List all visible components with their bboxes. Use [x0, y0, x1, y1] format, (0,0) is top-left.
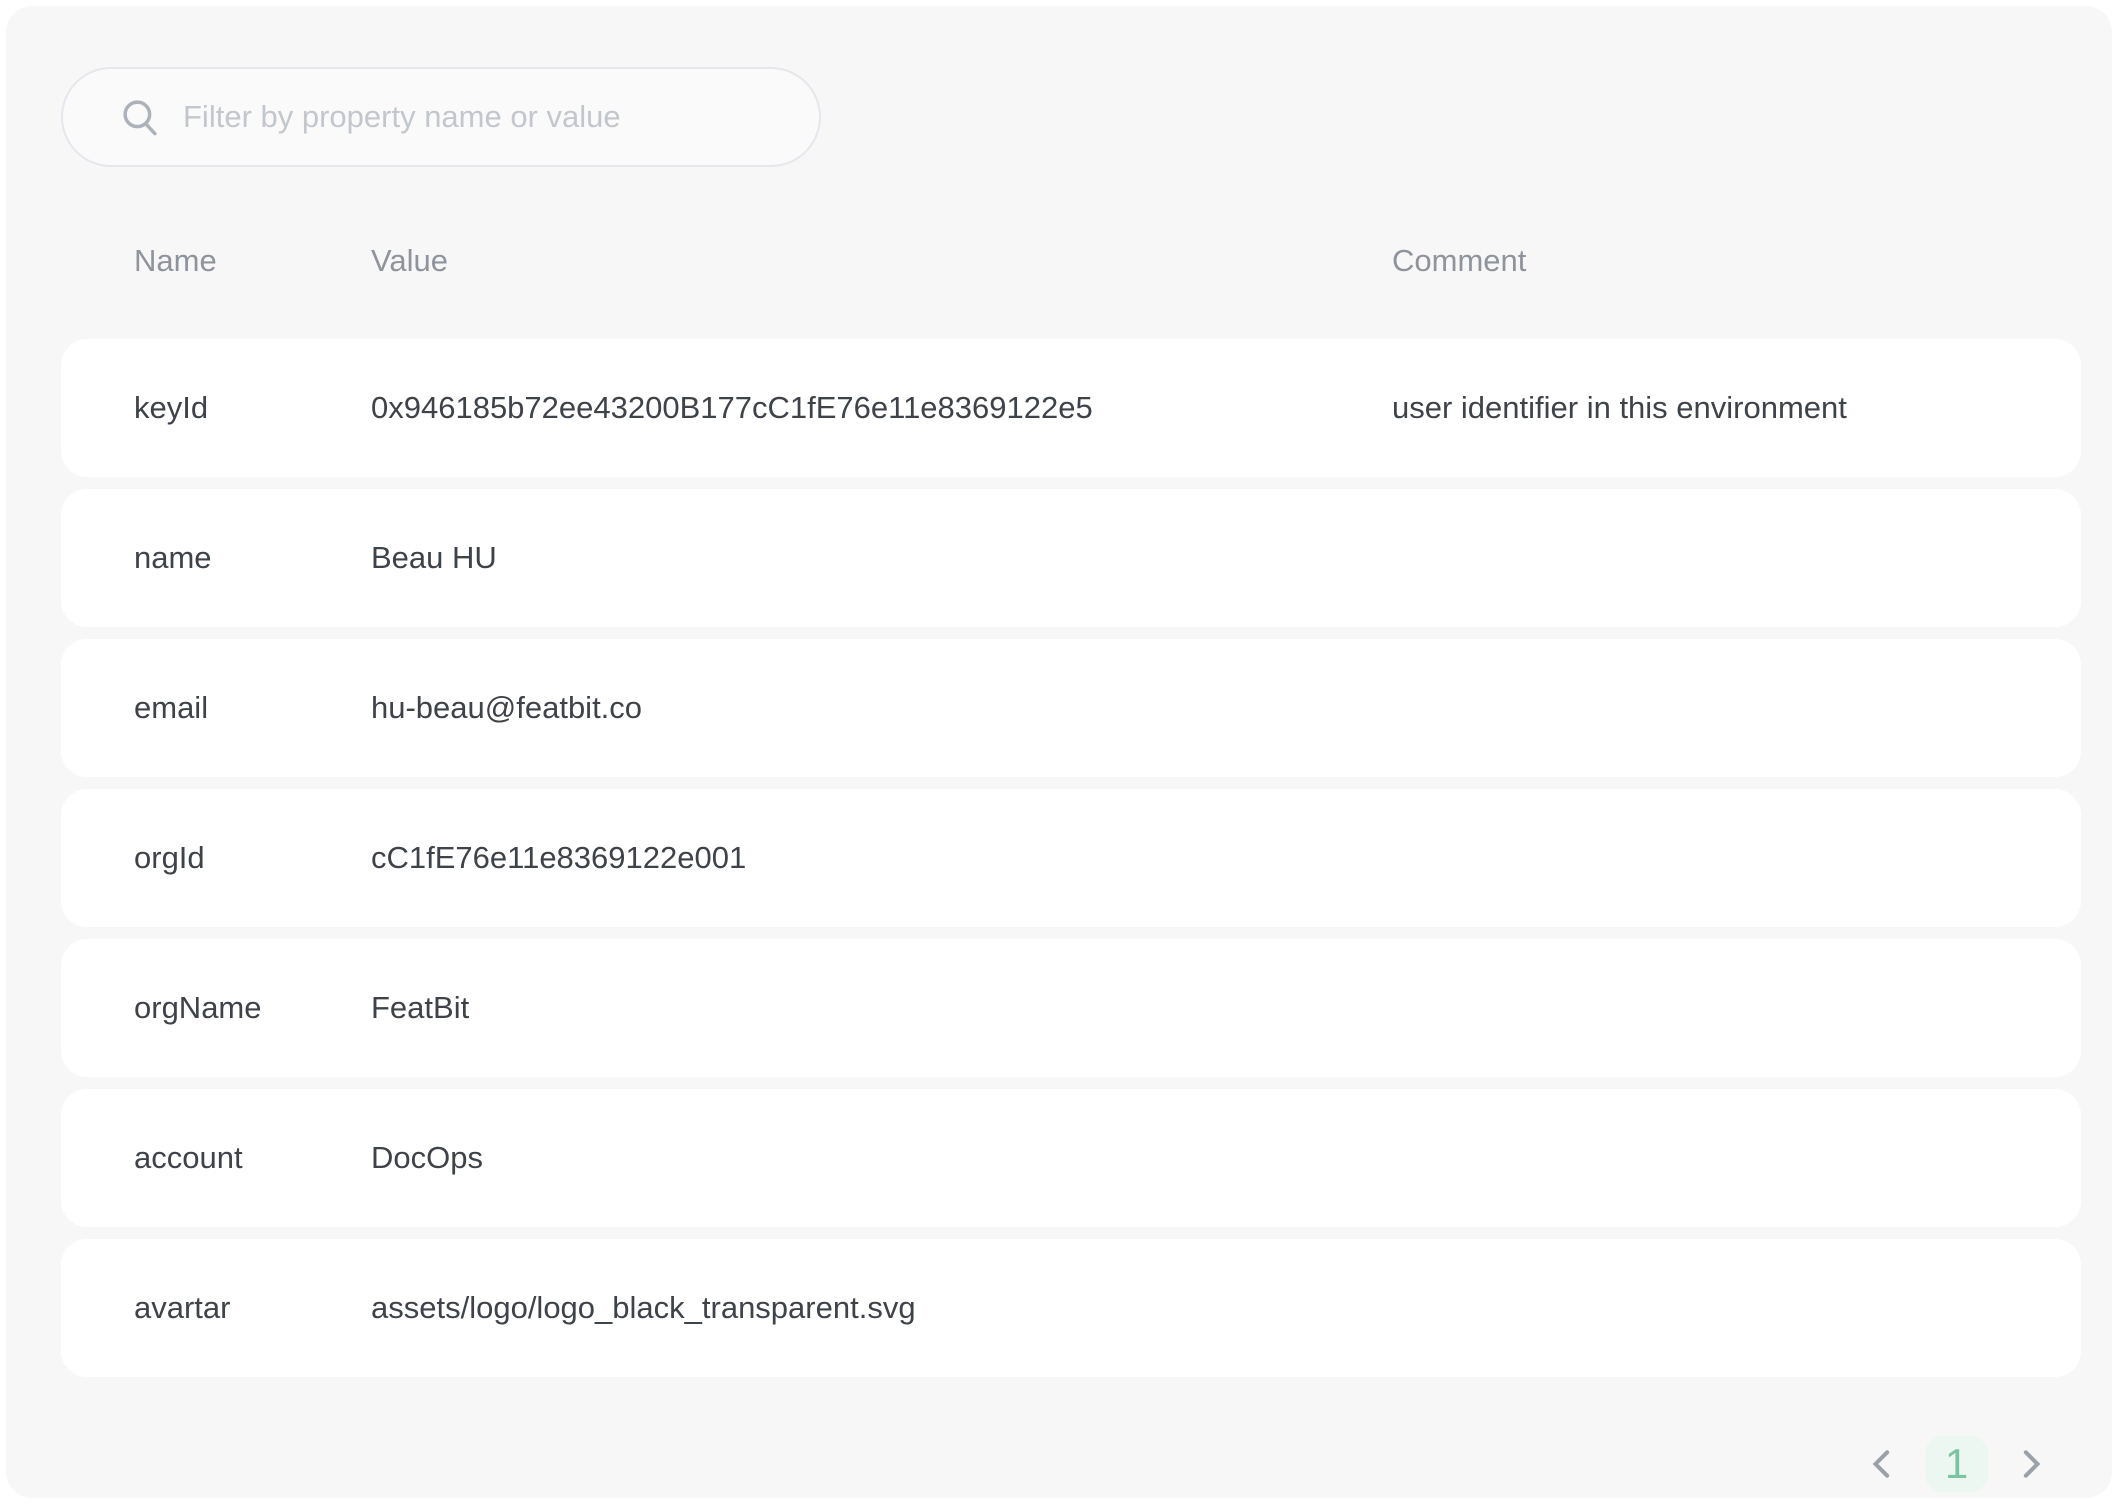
table-row: keyId 0x946185b72ee43200B177cC1fE76e11e8… — [61, 339, 2081, 477]
search-input[interactable] — [183, 99, 791, 135]
table-row: email hu-beau@featbit.co — [61, 639, 2081, 777]
table-row: orgId cC1fE76e11e8369122e001 — [61, 789, 2081, 927]
table-row: orgName FeatBit — [61, 939, 2081, 1077]
user-properties-panel: Name Value Comment keyId 0x946185b72ee43… — [6, 6, 2112, 1498]
property-name-cell: keyId — [134, 390, 371, 426]
search-icon — [119, 96, 161, 138]
property-name-cell: account — [134, 1140, 371, 1176]
property-name-cell: name — [134, 540, 371, 576]
chevron-right-icon — [2010, 1444, 2050, 1484]
table-row: avartar assets/logo/logo_black_transpare… — [61, 1239, 2081, 1377]
property-value-cell: hu-beau@featbit.co — [371, 690, 1392, 726]
property-comment-cell: user identifier in this environment — [1392, 390, 2081, 426]
pagination-page-1[interactable]: 1 — [1925, 1436, 1988, 1492]
table-header: Name Value Comment — [61, 234, 2081, 288]
pagination-prev-button[interactable] — [1861, 1442, 1905, 1486]
table-row: name Beau HU — [61, 489, 2081, 627]
chevron-left-icon — [1863, 1444, 1903, 1484]
table-row: account DocOps — [61, 1089, 2081, 1227]
property-value-cell: DocOps — [371, 1140, 1392, 1176]
property-name-cell: orgName — [134, 990, 371, 1026]
property-value-cell: assets/logo/logo_black_transparent.svg — [371, 1290, 1392, 1326]
column-header-comment: Comment — [1392, 243, 2081, 279]
pagination-next-button[interactable] — [2008, 1442, 2052, 1486]
property-value-cell: FeatBit — [371, 990, 1392, 1026]
property-value-cell: cC1fE76e11e8369122e001 — [371, 840, 1392, 876]
pagination: 1 — [1861, 1435, 2052, 1493]
search-input-wrapper — [61, 67, 821, 167]
table-body: keyId 0x946185b72ee43200B177cC1fE76e11e8… — [61, 339, 2081, 1389]
property-name-cell: avartar — [134, 1290, 371, 1326]
property-value-cell: Beau HU — [371, 540, 1392, 576]
column-header-value: Value — [371, 243, 1392, 279]
property-name-cell: email — [134, 690, 371, 726]
column-header-name: Name — [134, 243, 371, 279]
property-name-cell: orgId — [134, 840, 371, 876]
property-value-cell: 0x946185b72ee43200B177cC1fE76e11e8369122… — [371, 390, 1392, 426]
